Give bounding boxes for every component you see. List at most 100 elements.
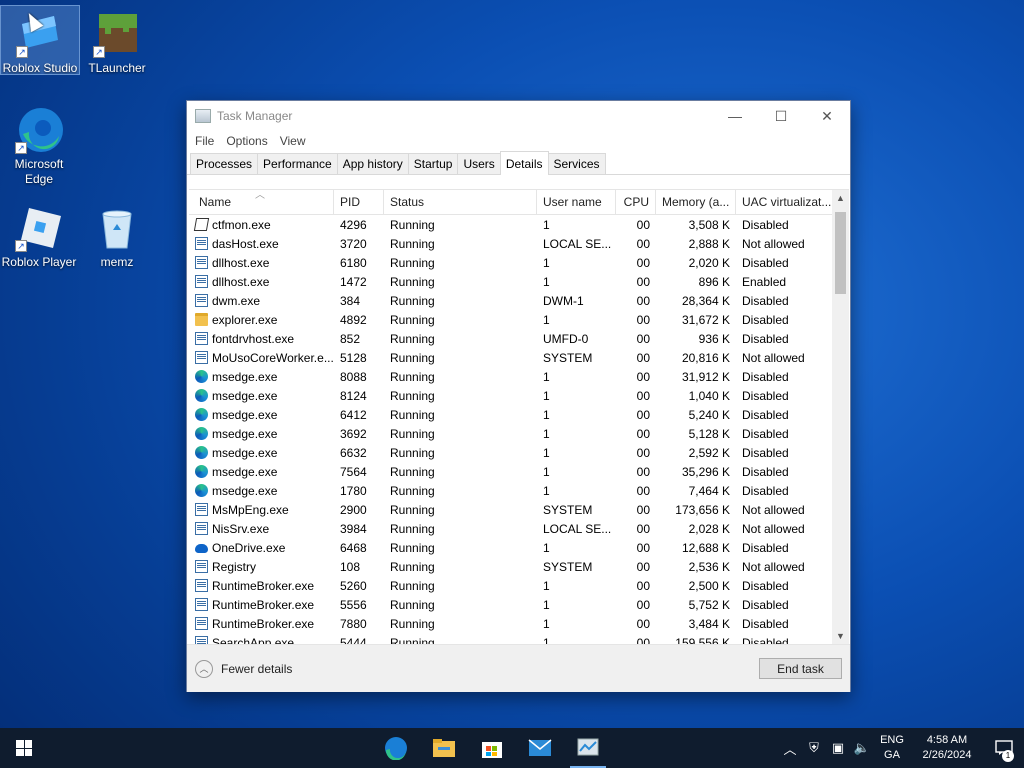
tab-startup[interactable]: Startup: [407, 153, 459, 174]
taskbar-store[interactable]: [468, 728, 516, 768]
table-row[interactable]: msedge.exe 8088 Running 1 00 31,912 K Disabled: [189, 367, 849, 386]
tab-services[interactable]: Services: [547, 153, 606, 174]
column-header-user-name[interactable]: User name: [537, 190, 616, 214]
window-icon: [195, 256, 208, 269]
table-row[interactable]: msedge.exe 8124 Running 1 00 1,040 K Disabled: [189, 386, 849, 405]
table-row[interactable]: NisSrv.exe 3984 Running LOCAL SE... 00 2,028 …: [189, 519, 849, 538]
cpu-cell: 00: [636, 217, 650, 232]
action-center-button[interactable]: 1: [984, 740, 1024, 762]
process-name-cell: NisSrv.exe: [189, 522, 334, 536]
taskbar-mail[interactable]: [516, 728, 564, 768]
menu-file[interactable]: File: [189, 134, 220, 148]
tab-details[interactable]: Details: [499, 151, 549, 175]
status-cell: Running: [390, 559, 435, 574]
table-row[interactable]: fontdrvhost.exe 852 Running UMFD-0 00 936 K Di…: [189, 329, 849, 348]
taskbar-task-manager[interactable]: [564, 728, 612, 768]
fewer-details-button[interactable]: ︿ Fewer details: [195, 659, 292, 678]
scroll-down-icon[interactable]: ▼: [832, 628, 849, 644]
column-header-pid[interactable]: PID: [334, 190, 384, 214]
uac-cell: Disabled: [742, 293, 789, 308]
memory-cell: 12,688 K: [681, 540, 730, 555]
desktop-icon-microsoft-edge[interactable]: ↗ Microsoft Edge: [0, 102, 78, 187]
table-row[interactable]: RuntimeBroker.exe 7880 Running 1 00 3,484 K Di…: [189, 614, 849, 633]
clock[interactable]: 4:58 AM 2/26/2024: [910, 733, 984, 763]
table-row[interactable]: ctfmon.exe 4296 Running 1 00 3,508 K Disabled: [189, 215, 849, 234]
close-button[interactable]: ✕: [804, 101, 850, 131]
show-hidden-icons-chevron-icon[interactable]: ︿: [778, 739, 802, 758]
edge-icon: [385, 737, 407, 760]
process-name: dllhost.exe: [212, 274, 270, 289]
table-row[interactable]: RuntimeBroker.exe 5556 Running 1 00 5,752 K Di…: [189, 595, 849, 614]
status-cell: Running: [390, 255, 435, 270]
uac-cell: Disabled: [742, 331, 789, 346]
desktop-icon-tlauncher[interactable]: ↗ TLauncher: [78, 6, 156, 76]
cpu-cell: 00: [636, 559, 650, 574]
menu-view[interactable]: View: [274, 134, 312, 148]
volume-muted-icon[interactable]: 🔈: [850, 740, 874, 756]
memory-cell: 5,752 K: [688, 597, 730, 612]
memory-cell: 159,556 K: [675, 635, 730, 645]
table-row[interactable]: Registry 108 Running SYSTEM 00 2,536 K Not all…: [189, 557, 849, 576]
shortcut-arrow-icon: ↗: [16, 46, 28, 58]
tab-performance[interactable]: Performance: [257, 153, 338, 174]
table-row[interactable]: msedge.exe 6412 Running 1 00 5,240 K Disabled: [189, 405, 849, 424]
table-row[interactable]: SearchApp.exe 5444 Running 1 00 159,556 K Disa…: [189, 633, 849, 644]
pid-cell: 5556: [340, 597, 367, 612]
user-cell: 1: [543, 445, 550, 460]
scroll-up-icon[interactable]: ▲: [832, 190, 849, 207]
end-task-button[interactable]: End task: [759, 658, 842, 679]
desktop-icon-memz[interactable]: memz: [78, 200, 156, 270]
table-row[interactable]: MsMpEng.exe 2900 Running SYSTEM 00 173,656 K N…: [189, 500, 849, 519]
uac-cell: Disabled: [742, 217, 789, 232]
language-line2: GA: [884, 749, 900, 761]
table-row[interactable]: msedge.exe 1780 Running 1 00 7,464 K Disabled: [189, 481, 849, 500]
table-row[interactable]: OneDrive.exe 6468 Running 1 00 12,688 K Disabl…: [189, 538, 849, 557]
column-header-cpu[interactable]: CPU: [616, 190, 656, 214]
status-cell: Running: [390, 578, 435, 593]
menu-options[interactable]: Options: [220, 134, 273, 148]
language-indicator[interactable]: ENG GA: [874, 733, 910, 763]
cpu-cell: 00: [636, 388, 650, 403]
desktop-icon-roblox-player[interactable]: ↗ Roblox Player: [0, 200, 78, 270]
title-bar[interactable]: Task Manager — ☐ ✕: [187, 101, 850, 131]
table-row[interactable]: dllhost.exe 6180 Running 1 00 2,020 K Disabled: [189, 253, 849, 272]
tab-users[interactable]: Users: [457, 153, 501, 174]
taskbar-edge[interactable]: [372, 728, 420, 768]
cpu-cell: 00: [636, 426, 650, 441]
pid-cell: 2900: [340, 502, 367, 517]
process-name-cell: msedge.exe: [189, 408, 334, 422]
cpu-cell: 00: [636, 407, 650, 422]
table-row[interactable]: explorer.exe 4892 Running 1 00 31,672 K Disabl…: [189, 310, 849, 329]
user-cell: SYSTEM: [543, 350, 593, 365]
desktop-icon-roblox-studio[interactable]: ↗ Roblox Studio: [0, 5, 80, 75]
language-line1: ENG: [880, 734, 904, 746]
vertical-scrollbar[interactable]: ▲ ▼: [832, 190, 849, 644]
uac-cell: Not allowed: [742, 521, 805, 536]
table-row[interactable]: dwm.exe 384 Running DWM-1 00 28,364 K Disabled: [189, 291, 849, 310]
table-row[interactable]: msedge.exe 7564 Running 1 00 35,296 K Disabled: [189, 462, 849, 481]
taskbar-file-explorer[interactable]: [420, 728, 468, 768]
scroll-thumb[interactable]: [835, 212, 846, 294]
process-name: explorer.exe: [212, 312, 278, 327]
column-header-status[interactable]: Status: [384, 190, 537, 214]
table-row[interactable]: dllhost.exe 1472 Running 1 00 896 K Enabled: [189, 272, 849, 291]
user-cell: 1: [543, 578, 550, 593]
maximize-button[interactable]: ☐: [758, 101, 804, 131]
tab-app-history[interactable]: App history: [336, 153, 409, 174]
minimize-button[interactable]: —: [712, 101, 758, 131]
status-cell: Running: [390, 483, 435, 498]
process-name: dasHost.exe: [212, 236, 279, 251]
table-row[interactable]: msedge.exe 6632 Running 1 00 2,592 K Disabled: [189, 443, 849, 462]
table-row[interactable]: RuntimeBroker.exe 5260 Running 1 00 2,500 K Di…: [189, 576, 849, 595]
column-header-memory[interactable]: Memory (a...: [656, 190, 736, 214]
table-row[interactable]: MoUsoCoreWorker.e... 5128 Running SYSTEM 00 2…: [189, 348, 849, 367]
tab-processes[interactable]: Processes: [190, 153, 259, 174]
security-shield-icon[interactable]: ⛨: [802, 740, 826, 756]
column-header-uac[interactable]: UAC virtualizat...: [736, 190, 833, 214]
table-row[interactable]: msedge.exe 3692 Running 1 00 5,128 K Disabled: [189, 424, 849, 443]
table-row[interactable]: dasHost.exe 3720 Running LOCAL SE... 00 2,888…: [189, 234, 849, 253]
clock-date: 2/26/2024: [922, 749, 972, 761]
start-button[interactable]: [0, 728, 48, 768]
memory-cell: 31,912 K: [681, 369, 730, 384]
network-icon[interactable]: ▣: [826, 740, 850, 756]
